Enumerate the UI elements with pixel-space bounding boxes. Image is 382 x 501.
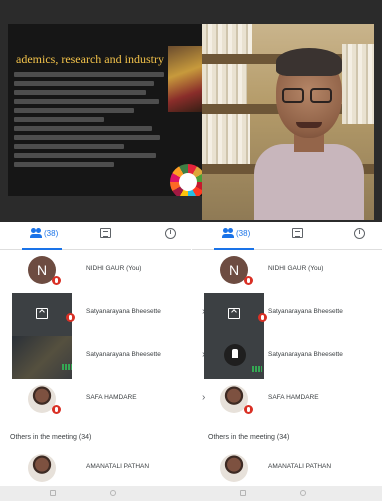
- camera-tile: [12, 336, 72, 379]
- speaker-video[interactable]: [202, 24, 374, 220]
- recents-icon[interactable]: [50, 490, 56, 496]
- meeting-screen: ademics, research and industry (38) i N …: [0, 0, 382, 501]
- participant-name: NIDHI GAUR (You): [86, 265, 142, 272]
- people-tab[interactable]: (38): [30, 228, 58, 238]
- people-icon: [30, 228, 42, 238]
- info-icon: i: [354, 228, 365, 239]
- participant-name: Satyanarayana Bheesette: [268, 308, 343, 315]
- others-section-label: Others in the meeting (34): [10, 434, 92, 441]
- present-screen-icon: [228, 308, 240, 319]
- chat-tab[interactable]: [292, 228, 303, 238]
- people-count: (38): [44, 228, 59, 238]
- participant-row[interactable]: AMANATALI PATHAN: [12, 448, 192, 491]
- presentation-tile: [204, 293, 267, 336]
- presentation-tile: [12, 293, 75, 336]
- participant-name: AMANATALI PATHAN: [86, 463, 150, 470]
- right-participant-list: N NIDHI GAUR (You) Satyanarayana Bheeset…: [204, 250, 382, 422]
- left-others-list: AMANATALI PATHAN: [12, 448, 192, 491]
- info-tab[interactable]: i: [165, 228, 176, 239]
- present-screen-icon: [36, 308, 48, 319]
- participant-row[interactable]: SAFA HAMDARE: [204, 379, 382, 422]
- speaking-indicator-icon: [252, 366, 262, 372]
- recents-icon[interactable]: [240, 490, 246, 496]
- speaker-figure: [254, 44, 364, 220]
- left-tab-bar: (38) i: [0, 224, 191, 250]
- home-icon[interactable]: [110, 490, 116, 496]
- chat-icon: [292, 228, 303, 238]
- participant-name: Satyanarayana Bheesette: [268, 351, 343, 358]
- participant-row[interactable]: AMANATALI PATHAN: [204, 448, 382, 491]
- participant-row[interactable]: Satyanarayana Bheesette ›: [12, 293, 205, 336]
- people-count: (38): [236, 228, 251, 238]
- home-icon[interactable]: [300, 490, 306, 496]
- mic-off-icon: [52, 276, 61, 285]
- participant-name: AMANATALI PATHAN: [268, 463, 332, 470]
- avatar: [220, 454, 248, 482]
- speaking-indicator-icon: [62, 364, 72, 370]
- participant-row[interactable]: SAFA HAMDARE ›: [12, 379, 205, 422]
- participant-name: SAFA HAMDARE: [86, 394, 137, 401]
- participant-name: NIDHI GAUR (You): [268, 265, 324, 272]
- right-others-list: AMANATALI PATHAN: [204, 448, 382, 491]
- participant-name: SAFA HAMDARE: [268, 394, 319, 401]
- participant-name: Satyanarayana Bheesette: [86, 308, 161, 315]
- video-area: ademics, research and industry: [0, 0, 382, 222]
- right-tab-bar: (38) i: [192, 224, 382, 250]
- avatar: [28, 454, 56, 482]
- people-icon: [222, 228, 234, 238]
- slide-text: [14, 72, 164, 171]
- mic-off-icon: [244, 405, 253, 414]
- info-icon: i: [165, 228, 176, 239]
- people-tab[interactable]: (38): [222, 228, 250, 238]
- mic-off-icon: [244, 276, 253, 285]
- left-participant-list: N NIDHI GAUR (You) Satyanarayana Bheeset…: [12, 250, 205, 422]
- participant-row[interactable]: Satyanarayana Bheesette: [204, 293, 382, 336]
- system-nav-bar: [0, 486, 382, 501]
- chat-icon: [100, 228, 111, 238]
- shared-slide[interactable]: ademics, research and industry: [8, 24, 202, 196]
- participant-row[interactable]: Satyanarayana Bheesette ›: [12, 336, 205, 379]
- sdg-wheel-graphic: [170, 164, 202, 196]
- slide-photo: [168, 46, 202, 112]
- slide-title: ademics, research and industry: [16, 52, 164, 66]
- participant-name: Satyanarayana Bheesette: [86, 351, 161, 358]
- participant-row[interactable]: N NIDHI GAUR (You): [204, 250, 382, 293]
- mic-off-icon: [52, 405, 61, 414]
- participant-row[interactable]: N NIDHI GAUR (You): [12, 250, 192, 293]
- mic-off-icon: [66, 313, 75, 322]
- info-tab[interactable]: i: [354, 228, 365, 239]
- pin-icon[interactable]: [224, 344, 246, 366]
- others-section-label: Others in the meeting (34): [208, 434, 290, 441]
- pinned-tile: [204, 336, 264, 379]
- chat-tab[interactable]: [100, 228, 111, 238]
- participant-row[interactable]: Satyanarayana Bheesette: [204, 336, 382, 379]
- mic-off-icon: [258, 313, 267, 322]
